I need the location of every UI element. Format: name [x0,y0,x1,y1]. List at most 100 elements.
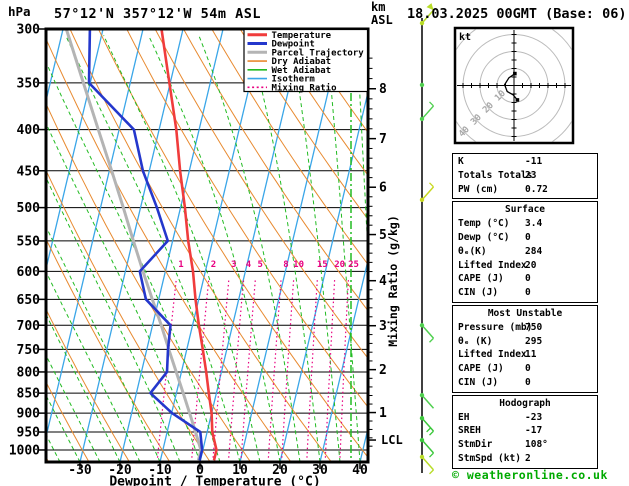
stats-section-title: Surface [504,204,546,216]
km-tick-label: 2 [379,363,387,378]
stats-section-hodograph: Hodograph EH -23 SREH -17 StmDir 108° StmSpd (k… [452,394,598,469]
stat-label: PW (cm) [458,183,499,195]
legend: TemperatureDewpointParcel TrajectoryDry … [243,28,369,93]
stat-label: EH [458,411,470,423]
stat-label: StmSpd (kt) [458,452,521,464]
pressure-tick-label: 600 [17,265,41,280]
hodograph-unit-label: kt [459,32,471,43]
wet-adiabat-line [46,60,221,462]
legend-label: Mixing Ratio [272,82,337,93]
stat-label: CAPE (J) [458,363,504,375]
pressure-tick-label: 800 [17,365,41,380]
stat-value: 11 [525,349,537,361]
stat-row: K -11 [453,155,597,169]
station-title: 57°12'N 357°12'W 54m ASL [54,6,262,22]
stat-value: 20 [525,259,537,271]
stat-row: Lifted Index 11 [453,348,597,362]
mixing-axis-label: Mixing Ratio (g/kg) [386,215,400,347]
wet-adiabat-line [148,35,281,462]
isotherm-line [159,29,264,462]
stat-value: -23 [525,411,543,423]
wind-barb [419,82,425,88]
sounding-page: 1 2 3 4 5 8 10 15 20 25 300 350 400 450 500 550 600 650 70… [0,0,629,486]
dry-adiabat-line [97,29,368,459]
dry-adiabat-line [154,29,368,360]
temp-tick-label: 40 [352,463,368,478]
stat-label: Temp (°C) [458,218,510,230]
pressure-tick-label: 1000 [9,443,40,458]
mixing-ratio-label: 5 [257,260,262,270]
stat-label: StmDir [458,439,493,451]
stat-row: CAPE (J) 0 [453,362,597,376]
stat-row: Totals Totals 23 [453,169,597,183]
stat-value: -11 [525,156,543,167]
isotherm-line [319,257,368,462]
stat-value: 3.4 [525,218,543,230]
mixing-ratio-label: 25 [348,260,359,270]
stat-row: StmDir 108° [453,438,597,452]
stats-panel: K -11 Totals Totals 23 PW (cm) 0.72 Surface Tem… [452,153,598,471]
km-tick-label: 1 [379,406,387,421]
mixing-ratio-line [212,279,230,462]
stat-label: SREH [458,425,481,437]
stat-row: CIN (J) 0 [453,376,597,390]
km-tick-label: 7 [379,132,387,147]
stat-value: 0 [525,363,531,375]
mixing-ratio-label: 10 [293,260,304,270]
pressure-tick-label: 750 [17,343,41,358]
stat-label: Lifted Index [458,349,527,361]
mixing-ratio-label: 15 [317,260,328,270]
pressure-tick-label: 350 [17,76,41,91]
stat-label: CIN (J) [458,376,499,388]
hodograph-trace-marker [513,71,517,76]
wet-adiabat-line [103,35,261,462]
stat-row: PW (cm) 0.72 [453,183,597,197]
stat-label: K [458,156,464,167]
stats-section-surface: Surface Temp (°C) 3.4 Dewp (°C) 0 θₑ(K) 284 Lif… [452,201,598,303]
stat-row: SREH -17 [453,424,597,438]
stat-label: Lifted Index [458,259,527,271]
stat-value: 108° [525,439,548,451]
stat-label: Totals Totals [458,169,533,181]
mixing-ratio-label: 3 [231,260,236,270]
pressure-tick-label: 900 [17,407,41,422]
mixing-ratio-label: 20 [334,260,345,270]
pressure-tick-label: 700 [17,319,41,334]
altitude-unit-label: km ASL [371,0,393,27]
stat-label: Dewp (°C) [458,231,510,243]
pressure-tick-label: 650 [17,293,41,308]
mixing-ratio-line [240,279,256,462]
pressure-tick-label: 450 [17,164,41,179]
stat-label: CAPE (J) [458,273,504,285]
km-tick-label: 8 [379,82,387,97]
stat-value: 2 [525,452,531,464]
wet-adiabat-line [290,35,341,462]
isotherm-line [359,425,368,462]
stat-value: 0.72 [525,183,548,195]
stats-section-most-unstable: Most Unstable Pressure (mb) 750 θₑ (K) 295 Li… [452,304,598,393]
stats-section-title: Hodograph [499,397,551,409]
stat-row: Dewp (°C) 0 [453,231,597,245]
stat-value: 295 [525,335,543,347]
mixing-ratio-label: 1 [178,260,183,270]
stats-section-indices: K -11 Totals Totals 23 PW (cm) 0.72 [452,153,598,200]
dry-adiabat-line [183,29,368,312]
datetime-title: 18.03.2025 00GMT (Base: 06) [407,6,627,22]
stat-label: CIN (J) [458,287,499,299]
mixing-ratio-label: 4 [246,260,252,270]
lcl-label: LCL [381,433,403,447]
x-axis-label: Dewpoint / Temperature (°C) [109,475,320,486]
stat-value: 0 [525,376,531,388]
copyright: © weatheronline.co.uk [452,468,608,482]
pressure-tick-label: 400 [17,123,41,138]
pressure-tick-label: 300 [17,23,41,38]
stat-row: EH -23 [453,411,597,425]
stat-value: 0 [525,287,531,299]
stat-value: 0 [525,273,531,285]
temp-tick-label: -30 [68,463,92,478]
mixing-ratio-label: 8 [283,260,288,270]
pressure-tick-label: 950 [17,426,41,441]
stat-label: θₑ(K) [458,245,487,257]
pressure-unit-label: hPa [8,4,31,19]
mixing-ratio-line [280,279,295,462]
